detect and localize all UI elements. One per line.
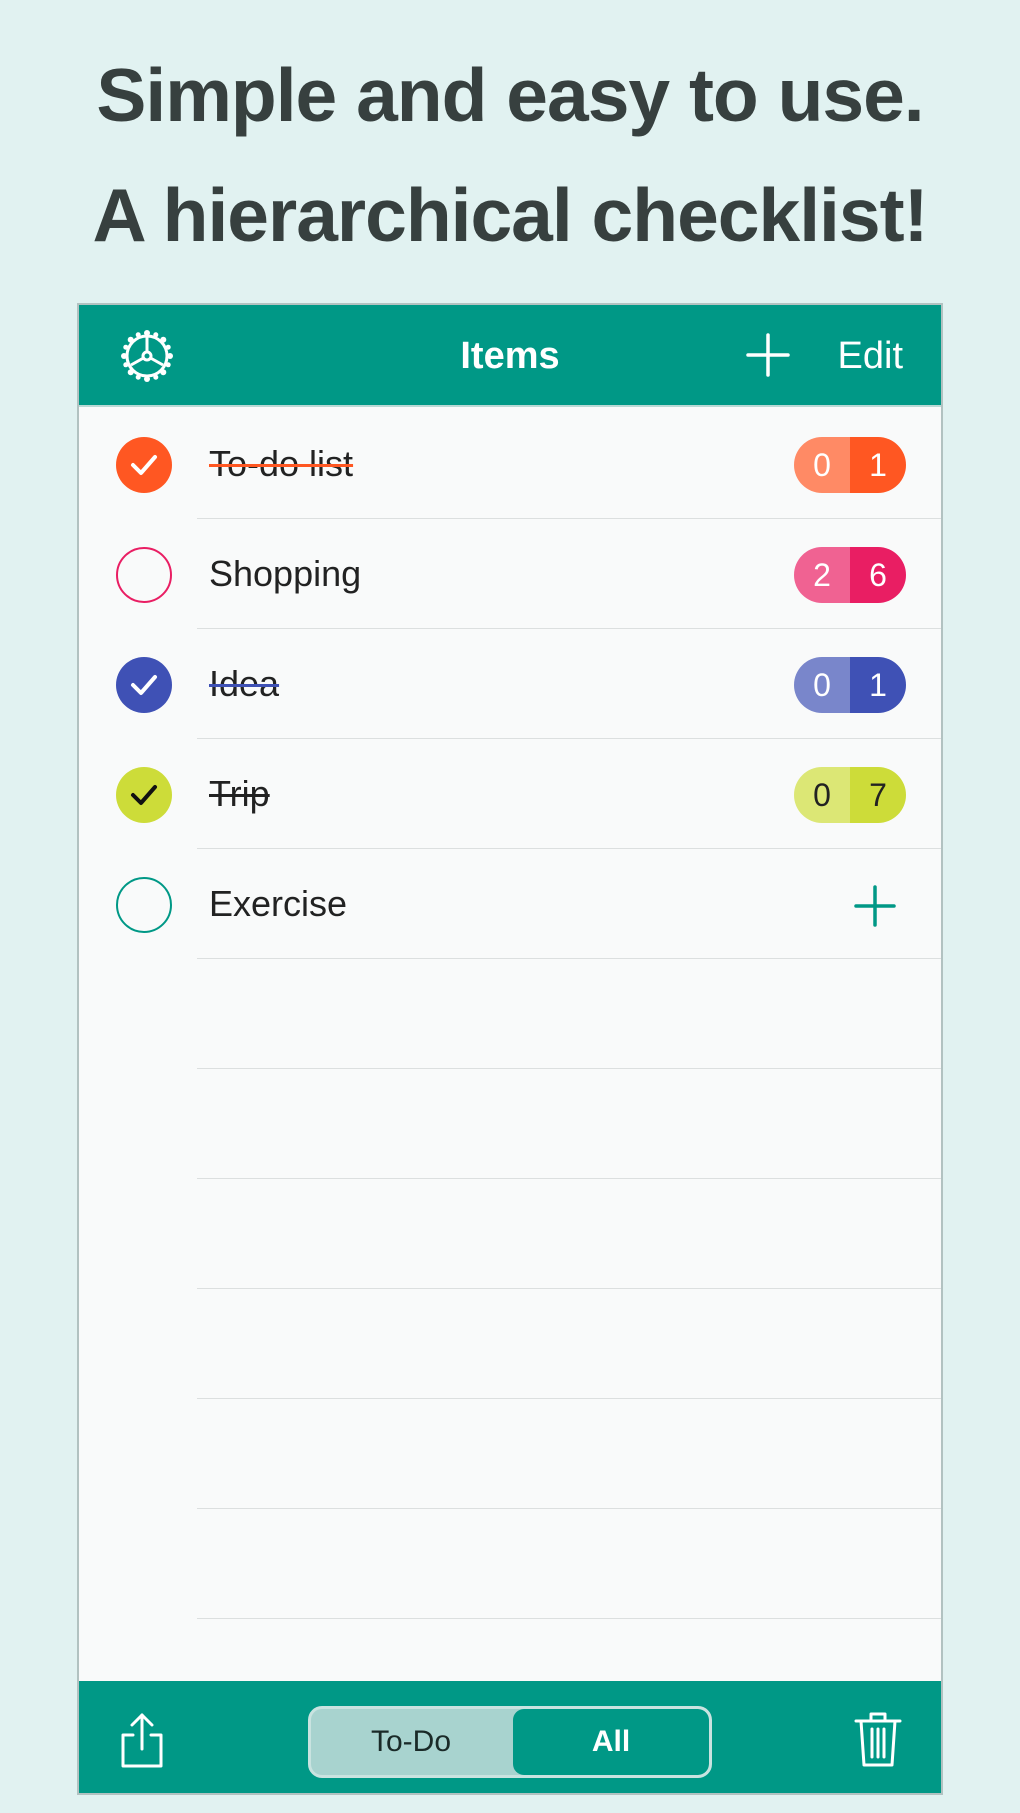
count-badge: 2 6 bbox=[794, 547, 906, 603]
list-item[interactable]: To-do list 0 1 bbox=[79, 409, 941, 519]
total-count: 1 bbox=[850, 657, 906, 713]
list-item[interactable]: Exercise bbox=[79, 849, 941, 959]
checkmark-icon bbox=[131, 785, 157, 805]
checkbox-unchecked[interactable] bbox=[116, 547, 172, 603]
total-count: 1 bbox=[850, 437, 906, 493]
remaining-count: 0 bbox=[794, 437, 850, 493]
add-item-plus-icon[interactable] bbox=[745, 332, 791, 378]
total-count: 6 bbox=[850, 547, 906, 603]
navigation-bar: Items Edit bbox=[79, 305, 941, 407]
add-subitem-plus-icon[interactable] bbox=[854, 885, 896, 927]
remaining-count: 0 bbox=[794, 657, 850, 713]
empty-row bbox=[79, 1509, 941, 1619]
item-label: Trip bbox=[209, 773, 270, 814]
bottom-toolbar: To-Do All bbox=[79, 1681, 941, 1793]
empty-row bbox=[79, 1289, 941, 1399]
item-list: To-do list 0 1 Shopping 2 6 Idea 0 1 Tri… bbox=[79, 409, 941, 1619]
checkbox-checked[interactable] bbox=[116, 437, 172, 493]
count-badge: 0 7 bbox=[794, 767, 906, 823]
item-label: Idea bbox=[209, 663, 280, 704]
checkbox-checked[interactable] bbox=[116, 767, 172, 823]
empty-row bbox=[79, 1069, 941, 1179]
count-badge: 0 1 bbox=[794, 657, 906, 713]
checkbox-unchecked[interactable] bbox=[116, 877, 172, 933]
share-icon[interactable] bbox=[119, 1711, 165, 1769]
segment-todo[interactable]: To-Do bbox=[311, 1709, 511, 1775]
trash-icon[interactable] bbox=[853, 1709, 903, 1769]
checkmark-icon bbox=[131, 675, 157, 695]
empty-row bbox=[79, 1179, 941, 1289]
list-item[interactable]: Shopping 2 6 bbox=[79, 519, 941, 629]
headline-line-2: A hierarchical checklist! bbox=[92, 173, 928, 257]
filter-segmented-control: To-Do All bbox=[308, 1706, 712, 1778]
total-count: 7 bbox=[850, 767, 906, 823]
remaining-count: 0 bbox=[794, 767, 850, 823]
item-label: Shopping bbox=[209, 553, 362, 594]
app-screen: Items Edit To-do list 0 1 Shopping 2 6 I… bbox=[77, 303, 943, 1795]
headline-line-1: Simple and easy to use. bbox=[96, 53, 924, 137]
item-label: To-do list bbox=[209, 443, 354, 484]
count-badge: 0 1 bbox=[794, 437, 906, 493]
checkbox-checked[interactable] bbox=[116, 657, 172, 713]
empty-row bbox=[79, 1399, 941, 1509]
edit-button[interactable]: Edit bbox=[838, 335, 903, 378]
item-label: Exercise bbox=[209, 883, 348, 924]
page-title: Items bbox=[460, 335, 560, 377]
segment-all[interactable]: All bbox=[513, 1709, 709, 1775]
remaining-count: 2 bbox=[794, 547, 850, 603]
checkmark-icon bbox=[131, 455, 157, 475]
empty-row bbox=[79, 959, 941, 1069]
list-item[interactable]: Idea 0 1 bbox=[79, 629, 941, 739]
list-item[interactable]: Trip 0 7 bbox=[79, 739, 941, 849]
